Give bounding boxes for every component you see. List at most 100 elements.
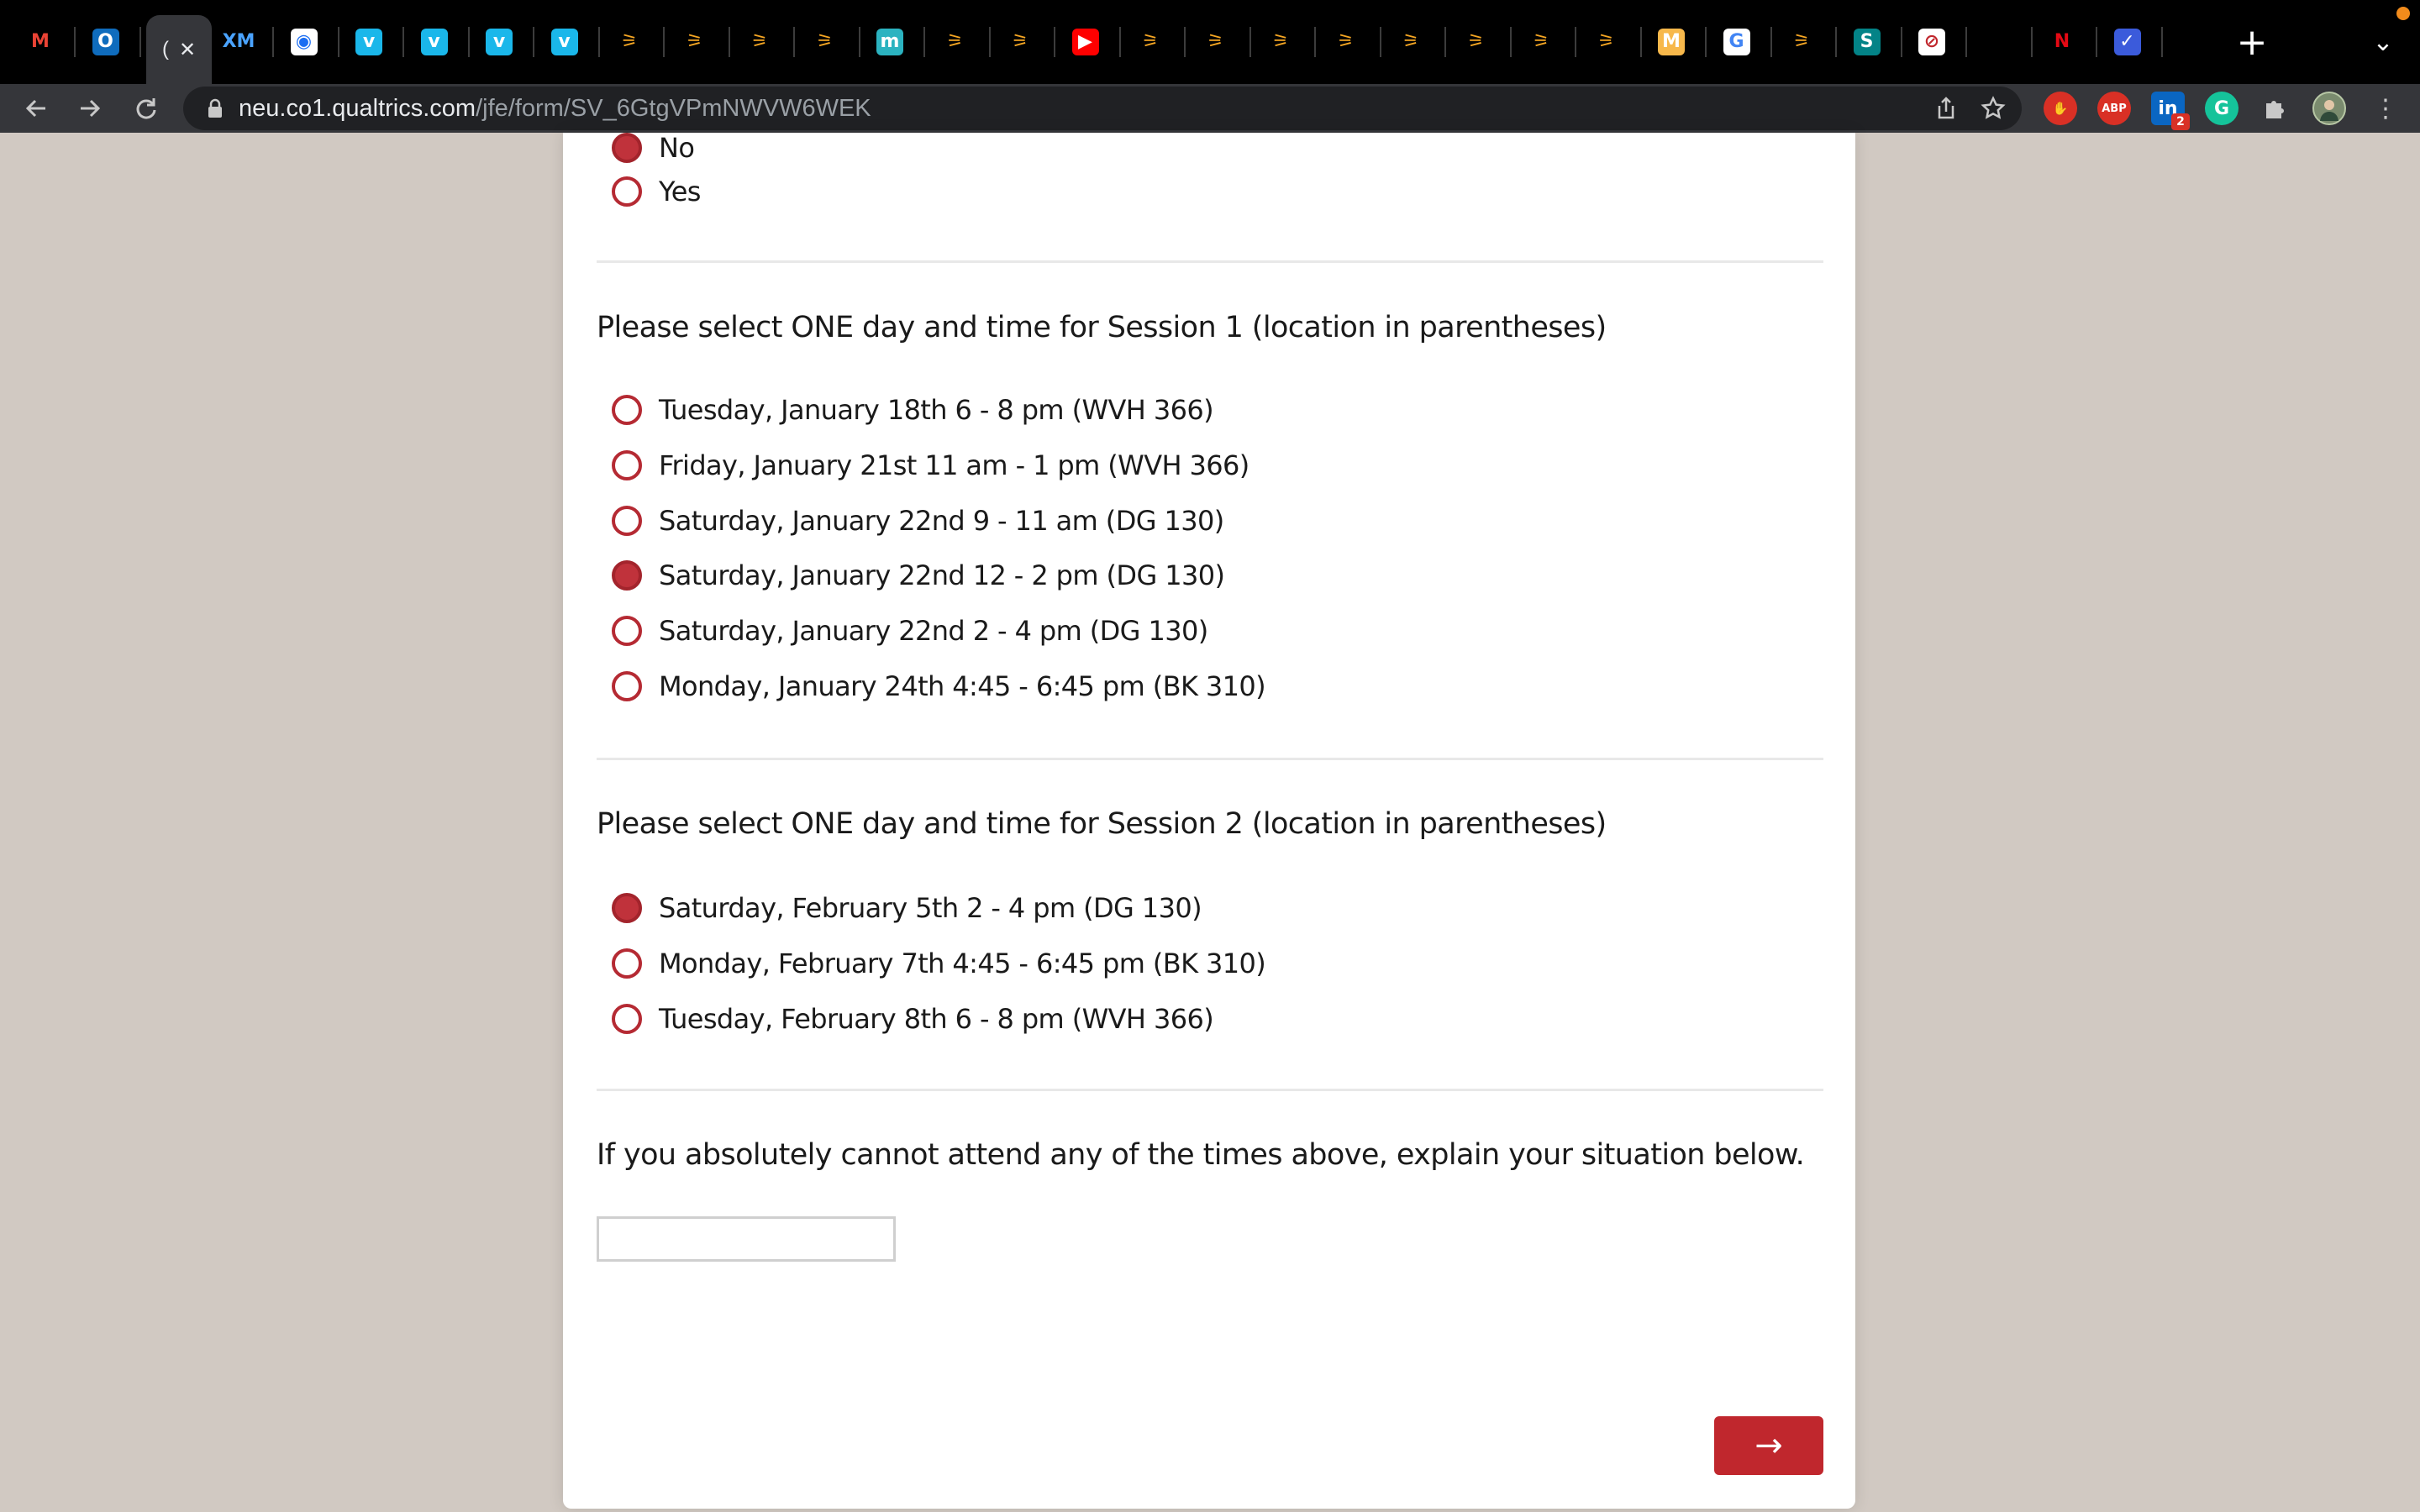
sharepoint-tab[interactable]: S [1845,20,1889,64]
session1-question: Please select ONE day and time for Sessi… [597,311,1607,344]
app-tab-a9[interactable]: ⚞ [1259,20,1302,64]
vimeo-favicon-icon: v [420,29,448,55]
app-favicon-icon: ⚞ [1402,31,1419,52]
xm-tab[interactable]: XM [217,20,260,64]
choice-label: Tuesday, January 18th 6 - 8 pm (WVH 366) [659,394,1214,426]
app-tab-a7[interactable]: ⚞ [1128,20,1172,64]
tab-separator [858,27,860,57]
app-tab-a4[interactable]: ⚞ [803,20,847,64]
next-button[interactable]: → [1714,1416,1823,1475]
browser-toolbar: neu.co1.qualtrics.com/jfe/form/SV_6GtgVP… [0,84,2420,133]
app-tab-a8[interactable]: ⚞ [1194,20,1238,64]
vimeo-tab-2[interactable]: v [413,20,456,64]
youtube-tab[interactable]: ▶ [1064,20,1107,64]
bookmark-star-icon[interactable] [1978,93,2008,123]
choice-label: No [659,132,695,164]
app-tab-a12[interactable]: ⚞ [1455,20,1498,64]
app-tab-a10[interactable]: ⚞ [1324,20,1368,64]
radio-button[interactable] [612,560,642,591]
address-bar[interactable]: neu.co1.qualtrics.com/jfe/form/SV_6GtgVP… [183,87,2022,130]
gmail-tab[interactable]: M [18,20,62,64]
session1-choice[interactable]: Saturday, January 22nd 12 - 2 pm (DG 130… [612,555,1225,596]
outlook-tab[interactable]: O [84,20,128,64]
prev-choice-yes[interactable]: Yes [612,171,701,212]
session1-choice[interactable]: Saturday, January 22nd 2 - 4 pm (DG 130) [612,611,1208,651]
session1-choice[interactable]: Saturday, January 22nd 9 - 11 am (DG 130… [612,501,1224,541]
netflix-tab[interactable]: N [2040,20,2084,64]
app-tab-a13[interactable]: ⚞ [1519,20,1563,64]
app-tab[interactable]: ◉ [282,20,326,64]
session2-choice[interactable]: Tuesday, February 8th 6 - 8 pm (WVH 366) [612,999,1214,1039]
forward-icon[interactable] [69,87,111,129]
lock-icon [208,98,222,118]
explain-text-input[interactable] [597,1216,896,1262]
tab-separator [663,27,665,57]
grammarly-extension-icon[interactable]: G [2205,92,2238,125]
abp-extension-icon[interactable]: ABP [2097,92,2131,125]
session2-choice[interactable]: Monday, February 7th 4:45 - 6:45 pm (BK … [612,943,1266,984]
radio-button[interactable] [612,505,642,536]
radio-button[interactable] [612,948,642,979]
choice-label: Monday, January 24th 4:45 - 6:45 pm (BK … [659,670,1266,702]
extensions-puzzle-icon[interactable] [2259,92,2292,125]
session2-choice[interactable]: Saturday, February 5th 2 - 4 pm (DG 130) [612,888,1202,928]
tab-separator [2096,27,2097,57]
radio-button[interactable] [612,671,642,701]
new-tab-button[interactable]: + [2228,20,2275,64]
radio-button[interactable] [612,616,642,647]
active-tab-favicon: ( [161,38,169,60]
tab-search-icon[interactable]: ⌄ [2365,24,2402,60]
radio-button[interactable] [612,1004,642,1034]
url-text[interactable]: neu.co1.qualtrics.com/jfe/form/SV_6GtgVP… [239,95,871,123]
app-tab-a5[interactable]: ⚞ [934,20,977,64]
back-icon[interactable] [15,87,57,129]
browser-menu-icon[interactable]: ⋮ [2365,87,2407,129]
app-favicon-icon: ⚞ [1207,31,1224,52]
vimeo-favicon-icon: v [486,29,513,55]
radio-button[interactable] [612,176,642,207]
share-icon[interactable] [1931,93,1961,123]
app-tab-a2[interactable]: ⚞ [673,20,717,64]
miro-tab[interactable]: M [1649,20,1693,64]
adblock-hand-icon[interactable]: ✋ [2044,92,2077,125]
outlook-favicon-icon: O [92,29,119,55]
blank-tab[interactable] [1975,20,2019,64]
radio-button[interactable] [612,449,642,480]
app-tab-a1[interactable]: ⚞ [608,20,651,64]
radio-button[interactable] [612,133,642,163]
app-tab-a6[interactable]: ⚞ [998,20,1042,64]
profile-avatar[interactable] [2312,92,2346,125]
app-tab-a3[interactable]: ⚞ [738,20,781,64]
radio-button[interactable] [612,893,642,923]
session1-choice[interactable]: Tuesday, January 18th 6 - 8 pm (WVH 366) [612,390,1214,430]
reload-icon[interactable] [124,87,166,129]
tab-separator [2160,27,2163,57]
radio-button[interactable] [612,395,642,425]
app-tab-a14[interactable]: ⚞ [1585,20,1628,64]
tab-separator [1314,27,1316,57]
tab-separator [2030,27,2033,57]
google-tab[interactable]: G [1715,20,1759,64]
check-tab[interactable]: ✓ [2106,20,2149,64]
active-tab[interactable]: ( ✕ [146,15,212,84]
sharepoint-favicon-icon: S [1853,29,1881,55]
tab-separator [793,27,795,57]
tab-separator [1639,27,1642,57]
session1-choice[interactable]: Monday, January 24th 4:45 - 6:45 pm (BK … [612,666,1266,706]
linkedin-extension-icon[interactable]: in 2 [2151,92,2190,130]
vimeo-tab-1[interactable]: v [347,20,391,64]
tab-separator [533,27,534,57]
explain-question: If you absolutely cannot attend any of t… [597,1138,1805,1172]
blocked-tab[interactable]: ⊘ [1910,20,1954,64]
m-tab[interactable]: m [868,20,912,64]
vimeo-tab-4[interactable]: v [543,20,587,64]
session1-choice[interactable]: Friday, January 21st 11 am - 1 pm (WVH 3… [612,445,1249,486]
question-divider [597,260,1823,263]
app-favicon-icon: ⚞ [1533,31,1549,52]
close-tab-icon[interactable]: ✕ [179,38,196,62]
app-tab-a11[interactable]: ⚞ [1389,20,1433,64]
app-tab-a15[interactable]: ⚞ [1780,20,1823,64]
vimeo-tab-3[interactable]: v [477,20,521,64]
prev-choice-no[interactable]: No [612,128,695,168]
tab-separator [1118,27,1121,57]
